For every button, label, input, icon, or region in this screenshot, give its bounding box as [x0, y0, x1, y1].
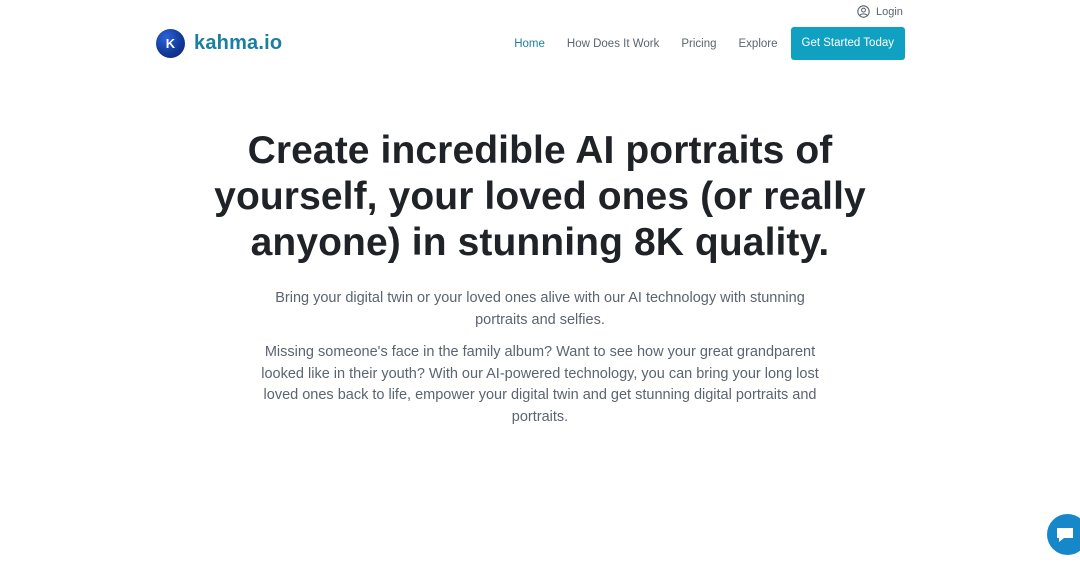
hero-body: Missing someone's face in the family alb…: [261, 344, 819, 425]
logo-mark: K: [156, 29, 185, 58]
hero-section: Create incredible AI portraits of yourse…: [0, 128, 1080, 428]
chat-launcher-button[interactable]: [1047, 514, 1080, 555]
hero-subtitle: Bring your digital twin or your loved on…: [275, 290, 805, 328]
chat-icon: [1057, 527, 1073, 542]
login-link[interactable]: Login: [857, 5, 903, 18]
get-started-button[interactable]: Get Started Today: [790, 27, 905, 60]
hero-title: Create incredible AI portraits of yourse…: [214, 129, 866, 264]
login-label: Login: [876, 5, 903, 18]
nav-item-how-it-works[interactable]: How Does It Work: [567, 38, 659, 50]
user-circle-icon: [857, 5, 870, 18]
nav-item-explore[interactable]: Explore: [739, 38, 778, 50]
nav-item-home[interactable]: Home: [514, 38, 545, 50]
main-nav: Home How Does It Work Pricing Explore Ge…: [492, 27, 905, 60]
nav-item-pricing[interactable]: Pricing: [681, 38, 716, 50]
logo-link[interactable]: K kahma.io: [156, 29, 282, 58]
page: Login K kahma.io Home How Does It Work P…: [0, 0, 1080, 563]
logo-text: kahma.io: [194, 32, 283, 54]
